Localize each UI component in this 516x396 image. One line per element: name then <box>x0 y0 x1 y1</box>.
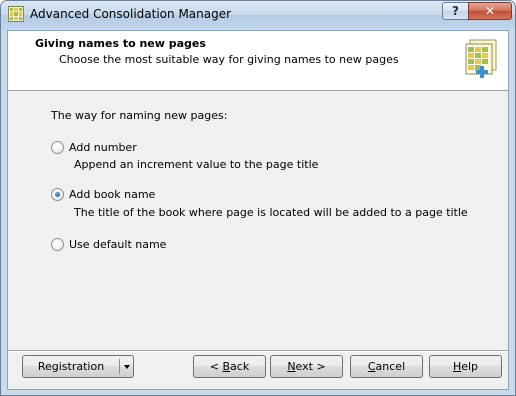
app-icon <box>8 6 24 22</box>
footer-divider-highlight <box>8 351 508 352</box>
add-number-radio[interactable] <box>51 141 64 154</box>
close-button[interactable]: ✕ <box>468 2 512 20</box>
chevron-down-icon[interactable] <box>124 365 130 369</box>
add-book-name-description: The title of the book where page is loca… <box>74 206 468 219</box>
spreadsheet-add-icon <box>465 39 497 78</box>
add-number-label[interactable]: Add number <box>69 141 137 154</box>
option-add-book-name[interactable]: Add book name <box>51 188 155 201</box>
dialog-window: Advanced Consolidation Manager ? ✕ Givin… <box>0 0 516 396</box>
cancel-accelerator[interactable]: C <box>368 360 376 373</box>
dialog-client-area: Giving names to new pages Choose the mos… <box>7 30 509 390</box>
back-label[interactable]: ack <box>230 360 249 373</box>
wizard-body: The way for naming new pages: Add number… <box>8 92 508 350</box>
option-add-number[interactable]: Add number <box>51 141 137 154</box>
help-accelerator[interactable]: H <box>453 360 461 373</box>
next-label[interactable]: ext > <box>296 360 326 373</box>
registration-label[interactable]: Registration <box>23 356 119 377</box>
back-prefix[interactable]: < <box>210 360 223 373</box>
registration-button[interactable]: Registration <box>22 355 134 378</box>
window-title: Advanced Consolidation Manager <box>30 7 232 21</box>
next-button[interactable]: Next > <box>270 355 343 378</box>
split-divider <box>119 359 120 374</box>
add-book-name-radio[interactable] <box>51 188 64 201</box>
title-bar[interactable]: Advanced Consolidation Manager ? ✕ <box>1 1 515 29</box>
use-default-name-label[interactable]: Use default name <box>69 238 166 251</box>
add-number-description: Append an increment value to the page ti… <box>74 158 319 171</box>
help-button[interactable]: Help <box>429 355 502 378</box>
page-title: Giving names to new pages <box>35 37 206 50</box>
option-use-default-name[interactable]: Use default name <box>51 238 166 251</box>
naming-section-label: The way for naming new pages: <box>51 109 228 122</box>
cancel-button[interactable]: Cancel <box>350 355 423 378</box>
wizard-header: Giving names to new pages Choose the mos… <box>8 31 508 91</box>
back-accelerator[interactable]: B <box>223 360 231 373</box>
page-subtitle: Choose the most suitable way for giving … <box>59 53 399 66</box>
back-button[interactable]: < Back <box>193 355 266 378</box>
help-caption-button[interactable]: ? <box>442 2 469 20</box>
use-default-name-radio[interactable] <box>51 238 64 251</box>
add-book-name-label[interactable]: Add book name <box>69 188 155 201</box>
help-label[interactable]: elp <box>461 360 478 373</box>
cancel-label[interactable]: ancel <box>376 360 406 373</box>
next-accelerator[interactable]: N <box>287 360 295 373</box>
